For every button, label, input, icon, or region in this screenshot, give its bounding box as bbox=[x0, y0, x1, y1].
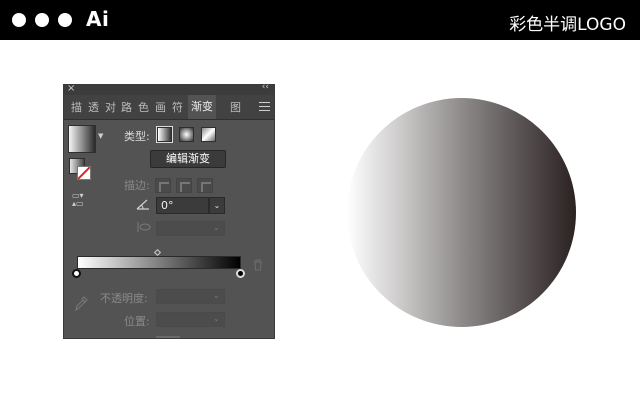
gradient-circle-artwork[interactable] bbox=[347, 98, 576, 327]
window-dot-icon bbox=[35, 13, 49, 27]
gradient-stop-white[interactable] bbox=[72, 269, 81, 278]
tab-brushes[interactable]: 画 bbox=[155, 99, 166, 115]
panel-title-bar: × ‹‹ bbox=[64, 82, 274, 95]
stroke-along-button[interactable] bbox=[176, 178, 192, 193]
tab-color[interactable]: 色 bbox=[138, 99, 149, 115]
panel-tab-bar: 描 透 对 路 色 画 符 渐变 图 bbox=[64, 95, 274, 120]
banner-title: 彩色半调LOGO bbox=[509, 15, 626, 35]
angle-input[interactable]: 0° bbox=[156, 197, 209, 214]
linear-gradient-button[interactable] bbox=[156, 126, 173, 143]
stroke-label: 描边: bbox=[124, 179, 150, 192]
trash-icon[interactable] bbox=[252, 259, 264, 271]
gradient-preview-swatch[interactable] bbox=[68, 125, 96, 153]
freeform-gradient-button[interactable] bbox=[201, 127, 216, 142]
tab-symbols[interactable]: 符 bbox=[172, 99, 183, 115]
panel-resize-grip[interactable] bbox=[156, 336, 180, 338]
gradient-slider[interactable] bbox=[77, 256, 241, 269]
stroke-none-swatch[interactable] bbox=[77, 166, 91, 180]
gradient-stop-black[interactable] bbox=[236, 269, 245, 278]
close-icon[interactable]: × bbox=[67, 83, 75, 94]
chevron-down-icon[interactable]: ▼ bbox=[98, 132, 103, 140]
tab-align[interactable]: 对 bbox=[105, 99, 116, 115]
stroke-within-button[interactable] bbox=[155, 178, 171, 193]
angle-icon bbox=[136, 199, 149, 210]
swap-icon[interactable]: ▭▾ ▴▭ bbox=[72, 192, 84, 208]
tab-stroke[interactable]: 描 bbox=[71, 99, 82, 115]
angle-dropdown[interactable]: ⌄ bbox=[209, 197, 225, 214]
tab-pathfinder[interactable]: 路 bbox=[121, 99, 132, 115]
midpoint-diamond[interactable] bbox=[153, 248, 162, 257]
location-dropdown[interactable]: ⌄ bbox=[213, 314, 220, 323]
radial-gradient-button[interactable] bbox=[179, 127, 194, 142]
window-dot-icon bbox=[12, 13, 26, 27]
location-label: 位置: bbox=[124, 315, 150, 328]
stroke-across-button[interactable] bbox=[197, 178, 213, 193]
aspect-ratio-dropdown[interactable]: ⌄ bbox=[213, 223, 220, 232]
type-label: 类型: bbox=[124, 130, 150, 143]
aspect-ratio-icon bbox=[137, 222, 151, 232]
window-dot-icon bbox=[58, 13, 72, 27]
collapse-icon[interactable]: ‹‹ bbox=[262, 82, 269, 92]
panel-menu-icon[interactable] bbox=[259, 102, 270, 111]
tab-transparency[interactable]: 透 bbox=[88, 99, 99, 115]
edit-gradient-button[interactable]: 编辑渐变 bbox=[150, 150, 226, 168]
top-banner: Ai 彩色半调LOGO bbox=[0, 0, 640, 40]
tab-graphic-styles[interactable]: 图 bbox=[230, 99, 241, 115]
opacity-label: 不透明度: bbox=[100, 292, 148, 305]
tab-gradient[interactable]: 渐变 bbox=[188, 95, 216, 119]
opacity-dropdown[interactable]: ⌄ bbox=[213, 291, 220, 300]
eyedropper-icon[interactable] bbox=[74, 295, 88, 311]
app-brand: Ai bbox=[86, 7, 110, 31]
gradient-panel: × ‹‹ 描 透 对 路 色 画 符 渐变 图 ▼ ▭▾ ▴▭ 类型: 编辑渐变 … bbox=[63, 82, 275, 339]
